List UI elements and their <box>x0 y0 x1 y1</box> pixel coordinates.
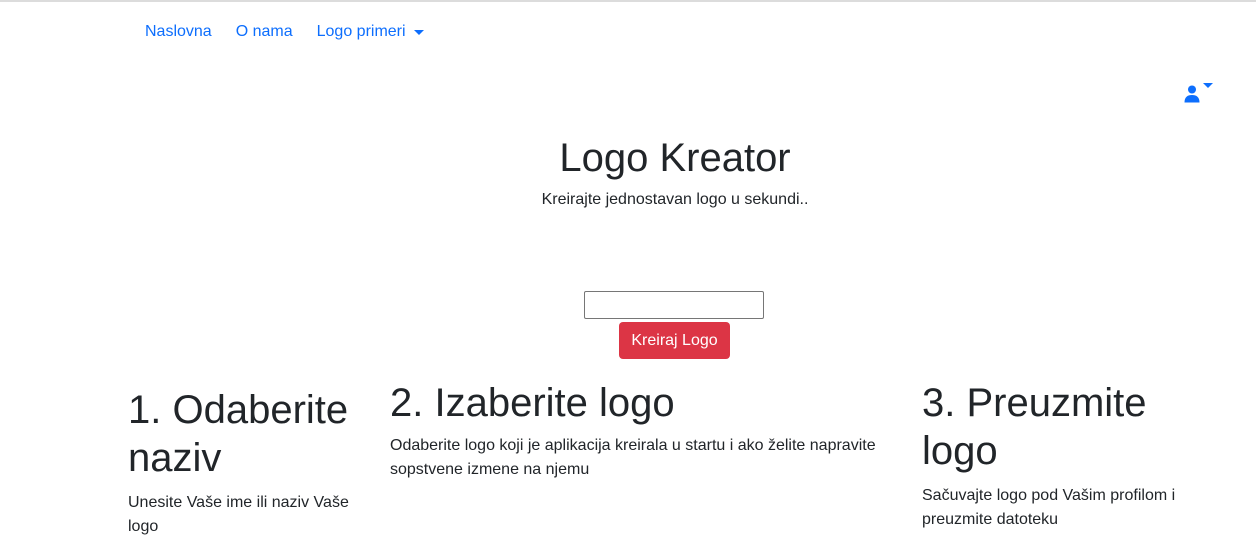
nav-item-logo-primeri-label: Logo primeri <box>316 23 406 40</box>
nav-item-o-nama[interactable]: O nama <box>236 21 293 43</box>
page-title: Logo Kreator <box>559 136 791 180</box>
top-border <box>0 0 1256 2</box>
step-1-text: Unesite Vaše ime ili naziv Vaše logo <box>128 494 349 535</box>
create-logo-button[interactable]: Kreiraj Logo <box>619 322 730 359</box>
step-2: 2. Izaberite logo Odaberite logo koji je… <box>390 379 910 482</box>
step-2-title: 2. Izaberite logo <box>390 381 675 425</box>
user-icon <box>1184 85 1200 103</box>
step-2-text: Odaberite logo koji je aplikacija kreira… <box>390 437 876 478</box>
logo-name-input[interactable] <box>584 291 764 319</box>
chevron-down-icon <box>1203 83 1213 88</box>
nav-item-naslovna[interactable]: Naslovna <box>145 21 212 43</box>
user-menu-button[interactable] <box>1184 80 1216 106</box>
step-1: 1. Odaberite naziv Unesite Vaše ime ili … <box>128 386 378 539</box>
chevron-down-icon <box>413 29 424 35</box>
step-3-title: 3. Preuzmite logo <box>922 381 1147 473</box>
step-3: 3. Preuzmite logo Sačuvajte logo pod Vaš… <box>922 379 1222 532</box>
page-subtitle: Kreirajte jednostavan logo u sekundi.. <box>541 191 809 208</box>
step-3-text: Sačuvajte logo pod Vašim profilom i preu… <box>922 487 1176 528</box>
step-1-title: 1. Odaberite naziv <box>128 388 349 480</box>
nav-item-logo-primeri[interactable]: Logo primeri <box>317 21 424 43</box>
main-nav: Naslovna O nama Logo primeri <box>145 21 448 43</box>
